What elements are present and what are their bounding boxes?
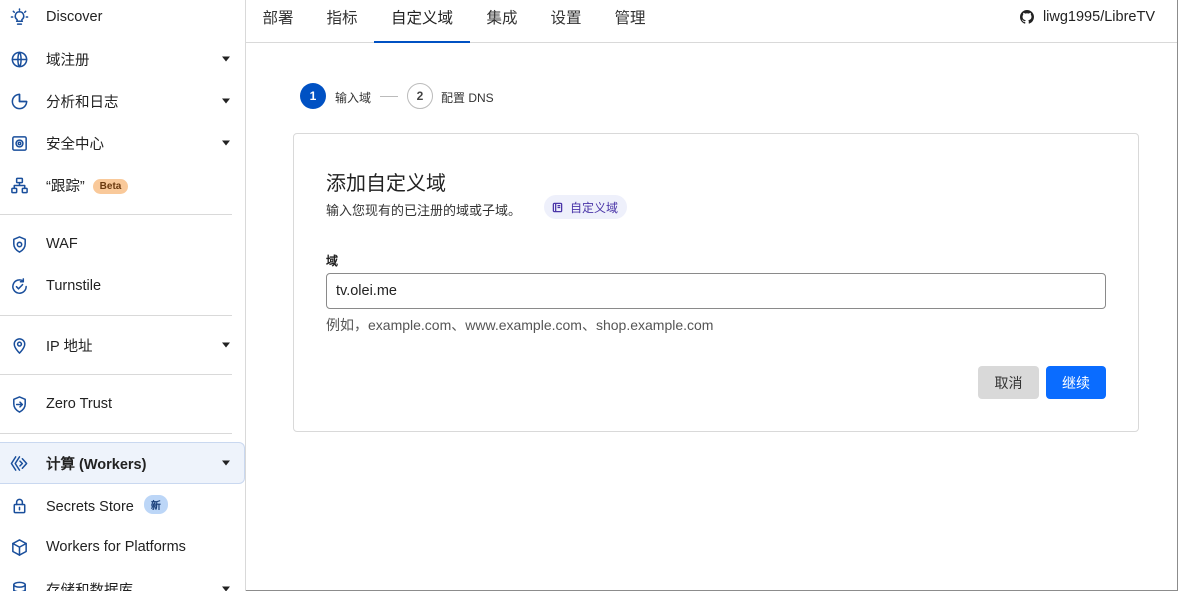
tab-metrics[interactable]: 指标 bbox=[314, 0, 370, 43]
database-icon bbox=[9, 579, 29, 591]
add-custom-domain-card: 添加自定义域 输入您现有的已注册的域或子域。 自定义域 域 例如，example… bbox=[293, 133, 1139, 432]
step-2-label: 配置 DNS bbox=[441, 91, 494, 105]
chevron-down-icon bbox=[222, 56, 230, 62]
sidebar-item-discover[interactable]: Discover bbox=[0, 0, 245, 37]
step-2-number: 2 bbox=[407, 83, 433, 109]
sidebar-divider bbox=[0, 315, 232, 316]
sidebar-item-tracing[interactable]: “跟踪” Beta bbox=[0, 165, 245, 205]
tab-settings[interactable]: 设置 bbox=[538, 0, 594, 43]
domain-hint: 例如，example.com、www.example.com、shop.exam… bbox=[326, 317, 714, 333]
map-pin-icon bbox=[9, 335, 29, 355]
sidebar-item-label: Workers for Platforms bbox=[46, 539, 186, 555]
hierarchy-icon bbox=[9, 175, 29, 195]
domain-field-label: 域 bbox=[326, 254, 339, 268]
sidebar-item-label: 计算 (Workers) bbox=[46, 456, 147, 473]
chevron-down-icon bbox=[222, 140, 230, 146]
lightbulb-icon bbox=[9, 7, 29, 27]
security-center-icon bbox=[9, 133, 29, 153]
tab-custom-domains[interactable]: 自定义域 bbox=[374, 0, 470, 43]
sidebar-item-label: 域注册 bbox=[46, 52, 90, 69]
app-window: Discover 域注册 分析和日志 安全中心 “跟踪” Beta WAF Tu… bbox=[0, 0, 1178, 591]
sidebar-item-label: Zero Trust bbox=[46, 396, 113, 412]
chevron-down-icon bbox=[222, 342, 230, 348]
zero-trust-shield-icon bbox=[9, 394, 29, 414]
sidebar-item-workers[interactable]: 计算 (Workers) bbox=[0, 442, 245, 484]
sidebar-divider bbox=[0, 433, 232, 434]
sidebar-item-label-text: Secrets Store bbox=[46, 499, 134, 515]
cube-icon bbox=[9, 537, 29, 557]
card-subtitle: 输入您现有的已注册的域或子域。 bbox=[326, 203, 522, 218]
chevron-down-icon bbox=[222, 98, 230, 104]
step-1-label: 输入域 bbox=[335, 91, 372, 105]
sidebar-divider bbox=[0, 374, 232, 375]
sidebar-item-storage-databases[interactable]: 存储和数据库 bbox=[0, 569, 245, 591]
continue-button[interactable]: 继续 bbox=[1046, 366, 1106, 399]
tab-deployments[interactable]: 部署 bbox=[250, 0, 306, 43]
tab-manage[interactable]: 管理 bbox=[602, 0, 658, 43]
sidebar-divider bbox=[0, 214, 232, 215]
sidebar-item-label: 分析和日志 bbox=[46, 94, 119, 111]
lock-icon bbox=[9, 495, 29, 515]
chart-pie-icon bbox=[9, 91, 29, 111]
sidebar-item-label: Turnstile bbox=[46, 278, 102, 294]
sidebar-item-waf[interactable]: WAF bbox=[0, 224, 245, 264]
step-1-number: 1 bbox=[300, 83, 326, 109]
turnstile-check-icon bbox=[9, 276, 29, 296]
cancel-button[interactable]: 取消 bbox=[978, 366, 1039, 399]
custom-domain-docs-link[interactable]: 自定义域 bbox=[544, 195, 628, 219]
sidebar-item-secrets-store[interactable]: Secrets Store 新 bbox=[0, 485, 245, 525]
repo-name: liwg1995/LibreTV bbox=[1042, 9, 1155, 25]
tab-integrations[interactable]: 集成 bbox=[474, 0, 530, 43]
globe-icon bbox=[9, 49, 29, 69]
sidebar-item-security-center[interactable]: 安全中心 bbox=[0, 123, 245, 163]
sidebar-item-label: Discover bbox=[46, 9, 103, 25]
sidebar-item-label: 安全中心 bbox=[46, 136, 104, 153]
repo-link[interactable]: liwg1995/LibreTV bbox=[1019, 9, 1155, 25]
domain-input[interactable] bbox=[326, 273, 1106, 309]
sidebar-item-domain-registration[interactable]: 域注册 bbox=[0, 39, 245, 79]
sidebar-item-ip-addresses[interactable]: IP 地址 bbox=[0, 325, 245, 365]
github-icon bbox=[1019, 10, 1034, 24]
new-badge: 新 bbox=[143, 495, 168, 514]
sidebar-item-label: 存储和数据库 bbox=[46, 582, 133, 591]
sidebar-item-analytics-logs[interactable]: 分析和日志 bbox=[0, 81, 245, 121]
sidebar-item-workers-for-platforms[interactable]: Workers for Platforms bbox=[0, 527, 245, 567]
shield-gear-icon bbox=[9, 234, 29, 254]
card-title: 添加自定义域 bbox=[326, 173, 446, 195]
top-tab-bar: 部署 指标 自定义域 集成 设置 管理 liwg1995/LibreTV bbox=[246, 0, 1177, 43]
chevron-down-icon bbox=[222, 586, 230, 591]
sidebar-item-label: “跟踪” Beta bbox=[46, 175, 129, 196]
sidebar-item-turnstile[interactable]: Turnstile bbox=[0, 266, 245, 306]
beta-badge: Beta bbox=[92, 178, 129, 194]
workers-icon bbox=[9, 453, 29, 473]
sidebar: Discover 域注册 分析和日志 安全中心 “跟踪” Beta WAF Tu… bbox=[0, 0, 246, 591]
sidebar-item-label-text: “跟踪” bbox=[46, 178, 85, 195]
step-connector bbox=[380, 96, 398, 97]
docs-book-icon bbox=[552, 202, 563, 212]
sidebar-item-label: WAF bbox=[46, 236, 78, 252]
sidebar-item-label: IP 地址 bbox=[46, 338, 93, 355]
sidebar-item-zero-trust[interactable]: Zero Trust bbox=[0, 384, 245, 424]
docs-link-label: 自定义域 bbox=[570, 200, 619, 215]
chevron-down-icon bbox=[222, 460, 230, 466]
sidebar-item-label: Secrets Store 新 bbox=[46, 495, 168, 515]
